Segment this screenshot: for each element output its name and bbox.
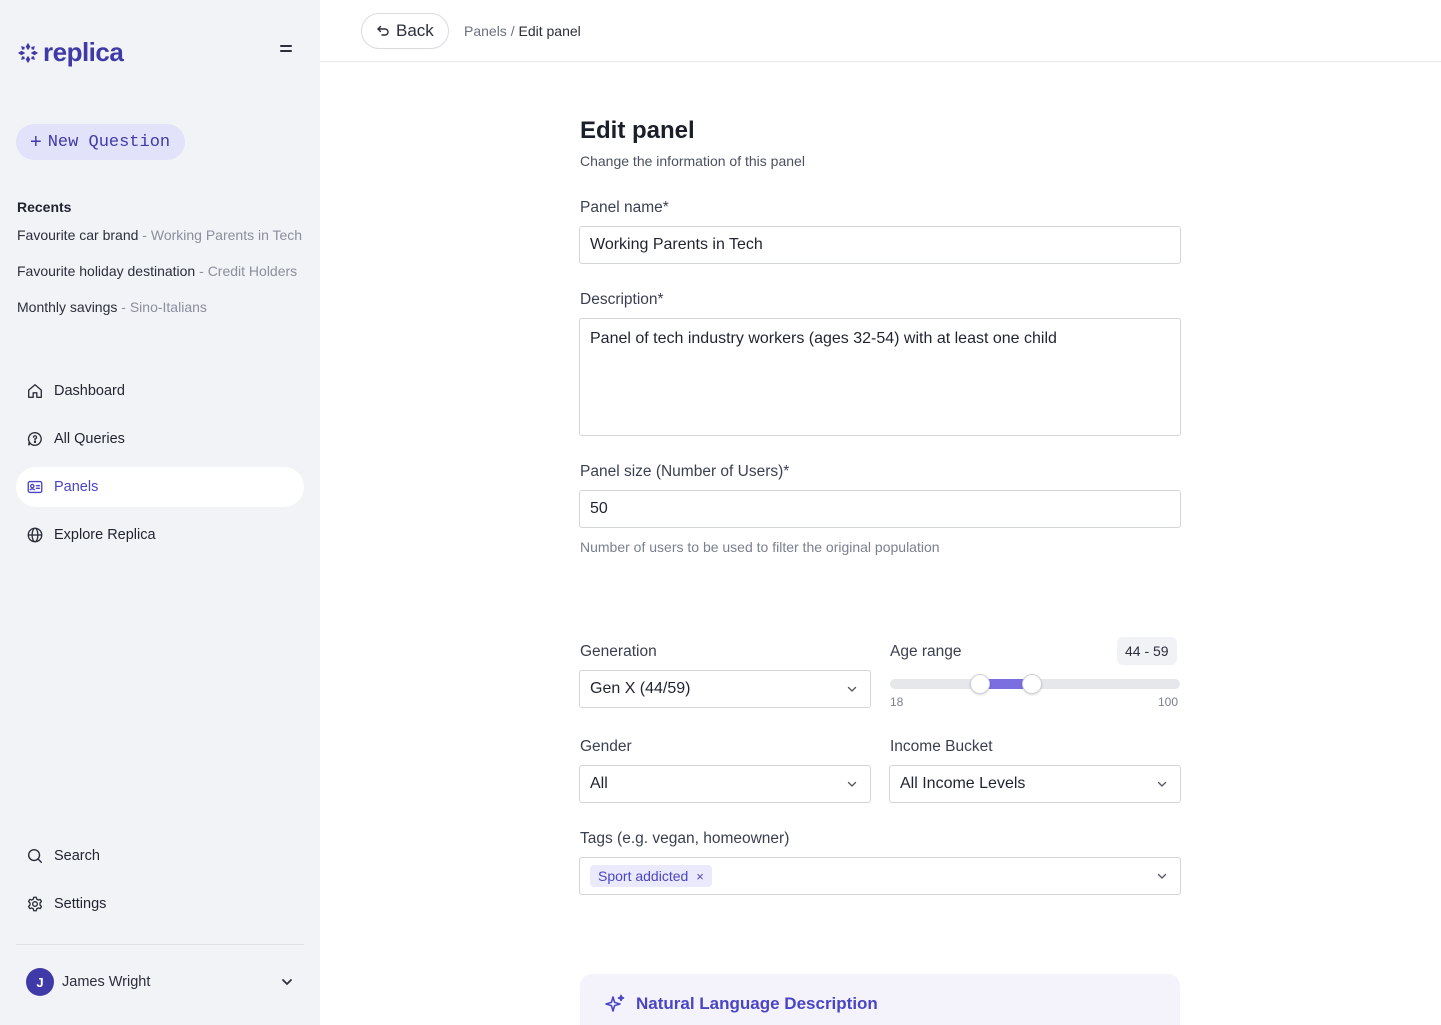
topbar: Back Panels / Edit panel (320, 0, 1441, 62)
breadcrumb-separator: / (506, 23, 519, 39)
recent-item-title: Favourite car brand (17, 227, 139, 243)
recent-item-panel: Working Parents in Tech (150, 227, 303, 243)
age-range-max-handle[interactable] (1022, 674, 1042, 694)
age-range-min-handle[interactable] (970, 674, 991, 694)
gender-value: All (590, 775, 608, 792)
back-button[interactable]: Back (361, 13, 449, 49)
recent-item-title: Favourite holiday destination (17, 263, 196, 279)
sidebar: replica + New Question Recents Favourite… (0, 0, 320, 1025)
chevron-down-icon (847, 781, 857, 787)
recent-item-panel: Credit Holders (207, 263, 298, 279)
nav-item-dashboard[interactable]: Dashboard (16, 371, 304, 411)
gender-select[interactable]: All (579, 765, 871, 803)
age-range-value-badge: 44 - 59 (1117, 637, 1177, 665)
breadcrumb-panels-link[interactable]: Panels (464, 23, 507, 39)
tag-chip: Sport addicted × (590, 865, 712, 887)
new-question-button[interactable]: + New Question (16, 124, 186, 160)
panel-name-label: Panel name* (580, 199, 669, 216)
sidebar-divider (16, 944, 304, 945)
tags-select[interactable]: Sport addicted × (579, 857, 1181, 895)
nav-item-settings[interactable]: Settings (16, 884, 304, 924)
chevron-down-icon (1157, 781, 1167, 787)
recent-item-separator: - (138, 227, 151, 243)
generation-value: Gen X (44/59) (590, 680, 691, 697)
generation-select[interactable]: Gen X (44/59) (579, 670, 871, 708)
id-card-icon (27, 480, 43, 494)
collapse-sidebar-button[interactable] (276, 42, 296, 62)
gear-icon (27, 896, 43, 912)
age-range-min-label: 18 (890, 695, 904, 709)
age-range-label: Age range (890, 643, 962, 660)
page-subtitle: Change the information of this panel (580, 153, 805, 169)
recent-item[interactable]: Favourite car brand - Working Parents in… (17, 227, 307, 243)
tag-chip-label: Sport addicted (598, 868, 689, 884)
recent-item-separator: - (117, 299, 130, 315)
recent-item-title: Monthly savings (17, 299, 118, 315)
income-bucket-value: All Income Levels (900, 775, 1026, 792)
undo-arrow-icon (377, 25, 389, 36)
nav-item-label: Search (54, 848, 100, 864)
income-bucket-label: Income Bucket (890, 738, 993, 755)
age-range-max-label: 100 (1158, 695, 1179, 709)
income-bucket-select[interactable]: All Income Levels (889, 765, 1181, 803)
globe-icon (27, 527, 43, 543)
remove-tag-icon[interactable]: × (696, 869, 704, 884)
nav-item-label: Settings (54, 896, 107, 912)
breadcrumb: Panels / Edit panel (464, 23, 581, 39)
gender-label: Gender (580, 738, 632, 755)
description-textarea[interactable]: Panel of tech industry workers (ages 32-… (579, 318, 1181, 436)
user-name: James Wright (62, 974, 151, 990)
nav-item-explore-replica[interactable]: Explore Replica (16, 515, 304, 555)
recents-heading: Recents (17, 199, 72, 215)
replica-logo-icon (17, 42, 39, 63)
nav-item-label: Panels (54, 479, 99, 495)
chevron-down-icon (1157, 873, 1167, 879)
home-icon (28, 384, 42, 398)
generation-label: Generation (580, 643, 657, 660)
menu-line-icon (280, 50, 292, 52)
user-menu[interactable]: J James Wright (16, 962, 304, 1002)
back-button-label: Back (396, 21, 434, 40)
recent-item-panel: Sino-Italians (129, 299, 207, 315)
app-name: replica (43, 37, 124, 67)
tags-label: Tags (e.g. vegan, homeowner) (580, 830, 790, 847)
avatar: J (26, 968, 54, 996)
menu-line-icon (280, 45, 292, 47)
nav-item-all-queries[interactable]: All Queries (16, 419, 304, 459)
panel-size-label: Panel size (Number of Users)* (580, 463, 790, 480)
nav-item-search[interactable]: Search (16, 836, 304, 876)
nav-item-label: Explore Replica (54, 527, 156, 543)
natural-language-description-card: Natural Language Description (580, 974, 1180, 1025)
chevron-down-icon (847, 686, 857, 692)
logo[interactable]: replica (17, 37, 124, 68)
new-question-label: New Question (47, 132, 171, 152)
sparkles-icon (605, 994, 625, 1012)
recent-item[interactable]: Monthly savings - Sino-Italians (17, 299, 307, 315)
page-title: Edit panel (580, 117, 695, 144)
nav-item-label: All Queries (54, 431, 125, 447)
natural-language-description-title: Natural Language Description (636, 994, 878, 1013)
description-label: Description* (580, 291, 664, 308)
chat-icon (27, 432, 42, 446)
nav-item-label: Dashboard (54, 383, 125, 399)
panel-name-input[interactable]: Working Parents in Tech (579, 226, 1181, 264)
panel-size-hint: Number of users to be used to filter the… (580, 539, 940, 555)
search-icon (27, 848, 43, 864)
panel-size-input[interactable]: 50 (579, 490, 1181, 528)
recent-item[interactable]: Favourite holiday destination - Credit H… (17, 263, 303, 279)
plus-icon: + (30, 131, 42, 153)
chevron-down-icon (282, 979, 292, 985)
recent-item-separator: - (195, 263, 208, 279)
nav-item-panels[interactable]: Panels (16, 467, 304, 507)
breadcrumb-current: Edit panel (518, 23, 581, 39)
